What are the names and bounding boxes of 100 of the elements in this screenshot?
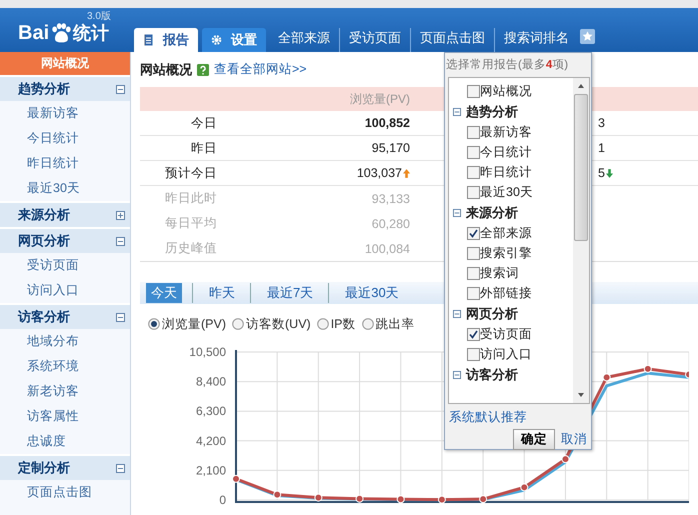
table-cell: 100,084 [364,242,410,256]
metric-radio[interactable]: IP数 [316,316,356,332]
metric-radio[interactable]: 跳出率 [362,316,415,332]
group-label: 网页分析 [18,232,70,250]
checkbox[interactable] [467,226,480,240]
sidebar-group[interactable]: 来源分析 [0,201,130,227]
tab[interactable]: 设置 [202,28,266,52]
data-point [438,496,446,504]
sidebar-item[interactable]: 受访页面 [0,253,130,278]
radio-button[interactable] [316,318,329,330]
default-link[interactable]: 系统默认推荐 [449,409,591,426]
table-cell: 3 [598,116,605,130]
sidebar-item[interactable]: 访客属性 [0,404,130,429]
collapse-icon[interactable] [453,370,461,378]
sidebar-group[interactable]: 网页分析 [0,227,130,253]
nav-link[interactable]: 受访页面 [339,28,410,52]
row-label: 今日 [190,114,217,132]
sidebar-item[interactable]: 页面点击图 [0,480,130,505]
nav-link[interactable]: 全部来源 [266,28,339,52]
checkbox[interactable] [467,84,480,98]
checkbox-label: 今日统计 [480,144,532,160]
data-point [685,370,689,379]
checkbox-label: 访问入口 [480,346,532,362]
scroll-up-icon[interactable] [577,83,585,89]
sidebar-item[interactable]: 最近30天 [0,176,130,201]
sidebar-item[interactable]: 新老访客 [0,379,130,404]
checkbox[interactable] [467,286,480,300]
collapse-icon[interactable] [453,108,461,116]
period-tab[interactable]: 最近7天 [250,283,318,303]
y-tick-label: 0 [219,493,226,507]
sidebar-group[interactable]: 趋势分析 [0,75,130,101]
sidebar-item[interactable]: 网站概况 [0,52,130,75]
help-icon[interactable] [197,64,209,76]
logo-text: Bai [18,22,50,44]
popup-title: 选择常用报告(最多4项) [445,58,570,73]
radio-label: 跳出率 [376,316,415,332]
version-label: 3.0版 [87,10,111,23]
group-label: 来源分析 [18,206,70,224]
logo-text: 统计 [73,22,110,45]
group-label: 来源分析 [466,204,518,222]
cancel-link[interactable]: 取消 [561,431,587,448]
data-point [479,495,488,504]
sidebar-item[interactable]: 系统环境 [0,354,130,379]
radio-button[interactable] [232,318,244,330]
metric-radio[interactable]: 访客数(UV) [232,316,311,332]
checkbox[interactable] [467,166,480,178]
table-cell: 103,037 [356,166,402,180]
scroll-down-icon[interactable] [577,392,585,398]
confirm-button[interactable]: 确定 [513,429,555,450]
checkbox[interactable] [467,146,480,158]
checkbox-label: 全部来源 [480,224,532,242]
star-icon[interactable] [580,29,595,44]
period-tab[interactable]: 今天 [146,283,182,303]
radio-button[interactable] [148,318,160,330]
collapse-icon[interactable] [453,208,461,216]
table-cell: 5 [598,166,605,180]
table-cell: 1 [598,141,605,155]
row-label: 预计今日 [164,164,217,182]
expand-icon[interactable] [116,210,125,220]
sidebar-item[interactable]: 今日统计 [0,126,130,151]
sidebar-item[interactable]: 地域分布 [0,329,130,354]
data-point [644,364,652,373]
collapse-icon[interactable] [116,464,125,472]
data-point [314,494,322,502]
data-point [561,455,570,464]
collapse-icon[interactable] [116,84,125,94]
sidebar-group[interactable]: 定制分析 [0,454,130,480]
radio-button[interactable] [362,318,374,330]
all-sites-link[interactable]: 查看全部网站>> [214,61,307,78]
period-tab[interactable]: 昨天 [192,283,240,303]
scrollbar[interactable] [573,78,589,403]
period-tab[interactable]: 最近30天 [328,283,404,303]
sidebar-item[interactable]: 昨日统计 [0,151,130,176]
table-cell: 100,852 [364,116,410,130]
sidebar-item[interactable]: 最新访客 [0,101,130,126]
checkbox[interactable] [467,266,480,280]
checkbox-label: 外部链接 [480,284,532,302]
sidebar-item[interactable]: 访问入口 [0,278,130,303]
metric-radio[interactable]: 浏览量(PV) [148,316,226,332]
checkbox-label: 最新访客 [480,124,532,140]
data-point [356,494,364,503]
checkbox-label: 搜索词 [480,264,519,282]
sidebar-group[interactable]: 访客分析 [0,303,130,329]
collapse-icon[interactable] [116,312,125,322]
checkbox[interactable] [467,186,480,198]
gear-icon [211,34,222,46]
tab[interactable]: 报告 [134,28,198,52]
page-icon [143,34,154,46]
table-cell: 95,170 [372,141,410,155]
checkbox[interactable] [467,348,480,360]
radio-label: IP数 [330,316,356,332]
y-tick-label: 10,500 [189,345,226,359]
checkbox[interactable] [467,328,480,340]
collapse-icon[interactable] [453,310,461,318]
sidebar-item[interactable]: 忠诚度 [0,429,130,454]
checkbox[interactable] [467,246,480,260]
checkbox-label: 昨日统计 [480,164,532,180]
checkbox[interactable] [467,126,480,138]
checkbox-label: 搜索引擎 [480,244,532,262]
collapse-icon[interactable] [116,236,125,246]
